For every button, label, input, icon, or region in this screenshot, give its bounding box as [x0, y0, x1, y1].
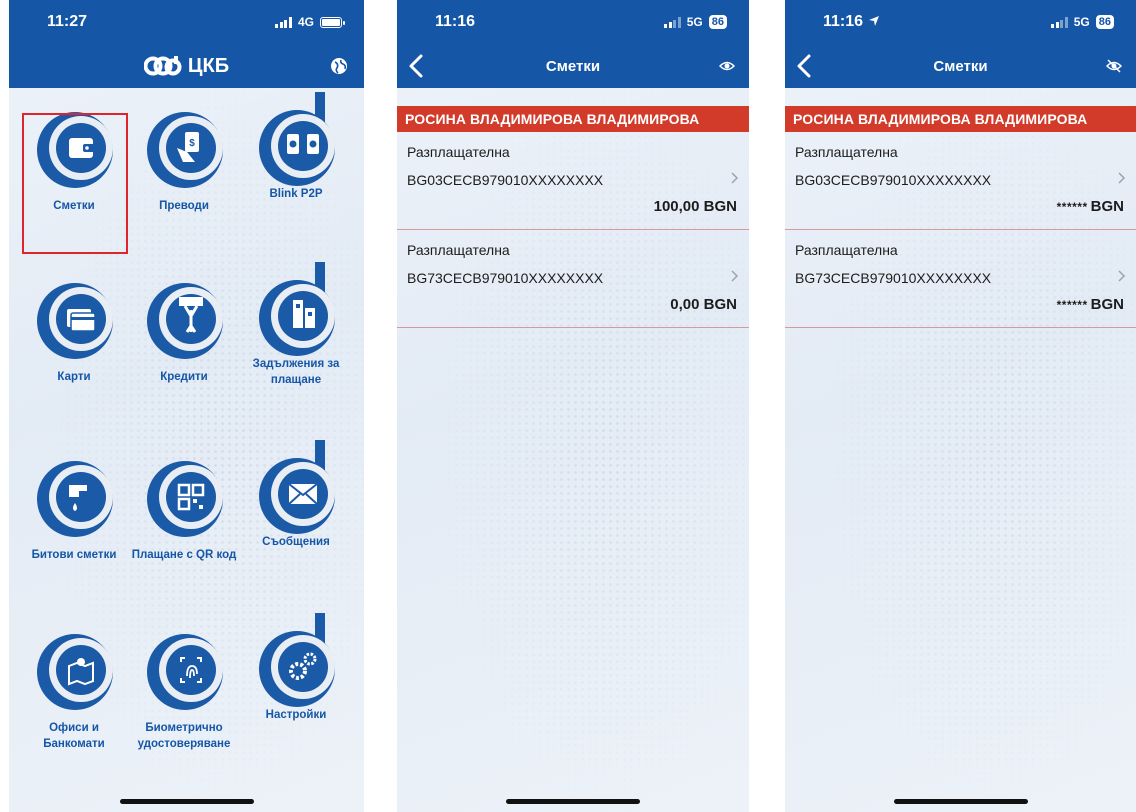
tile-cards[interactable]: Карти [19, 273, 129, 385]
page-title: Сметки [545, 57, 601, 75]
map-pin-icon [37, 634, 113, 710]
fingerprint-icon [147, 634, 223, 710]
status-bar: 11:16 5G 86 [397, 0, 749, 44]
chevron-right-icon [1118, 270, 1126, 282]
tile-biometric[interactable]: Биометрично удостоверяване [129, 624, 239, 752]
masked-amount: ****** [1056, 298, 1088, 312]
tile-utility-bills[interactable]: Битови сметки [19, 451, 129, 563]
tile-label: Преводи [159, 200, 209, 212]
status-time: 11:27 [47, 13, 88, 30]
tile-settings[interactable]: Настройки [241, 611, 351, 723]
signal-icon [275, 16, 292, 28]
account-row[interactable]: Разплащателна BG73CECB979010XXXXXXXX 0,0… [397, 230, 749, 328]
envelope-icon [259, 440, 335, 534]
phone-exchange-icon [259, 92, 335, 186]
nav-bar: Сметки [397, 44, 749, 88]
account-row[interactable]: Разплащателна BG03CECB979010XXXXXXXX 100… [397, 132, 749, 230]
tile-label: Офиси и Банкомати [43, 722, 105, 750]
account-balance: 0,00 BGN [670, 296, 737, 313]
network-label: 5G [686, 15, 703, 29]
tile-credits[interactable]: Кредити [129, 273, 239, 385]
tile-label: Плащане с QR код [131, 549, 237, 561]
masked-amount: ****** [1056, 200, 1088, 214]
signal-icon [1051, 16, 1068, 28]
brand-logo: ЦКБ [143, 54, 230, 78]
status-bar: 11:16 5G 86 [785, 0, 1136, 44]
account-iban: BG03CECB979010XXXXXXXX [795, 172, 992, 188]
home-indicator [893, 799, 1028, 804]
tile-label: Карти [57, 371, 91, 383]
selection-highlight [22, 113, 128, 254]
credit-card-icon [37, 283, 113, 359]
money-transfer-icon: $ [147, 112, 223, 188]
currency: BGN [1090, 296, 1124, 313]
home-indicator [119, 799, 254, 804]
account-type: Разплащателна [795, 144, 898, 160]
tile-qr-payment[interactable]: Плащане с QR код [129, 451, 239, 563]
eye-off-icon[interactable] [1106, 59, 1122, 73]
status-time: 11:16 [823, 13, 880, 31]
battery-icon [320, 16, 345, 28]
back-chevron-icon[interactable] [793, 53, 817, 79]
battery-level: 86 [1095, 15, 1114, 29]
tile-label: Blink P2P [269, 188, 323, 200]
account-balance-hidden: ****** BGN [1057, 296, 1124, 313]
tile-label: Биометрично удостоверяване [137, 722, 231, 750]
tile-transfers[interactable]: $ Преводи [129, 102, 239, 214]
account-iban: BG03CECB979010XXXXXXXX [407, 172, 604, 188]
chevron-right-icon [731, 270, 739, 282]
tile-offices-atms[interactable]: Офиси и Банкомати [19, 624, 129, 752]
home-indicator [506, 799, 640, 804]
account-owner-bar: РОСИНА ВЛАДИМИРОВА ВЛАДИМИРОВА [785, 106, 1136, 132]
battery-level: 86 [708, 15, 727, 29]
tile-messages[interactable]: Съобщения [241, 438, 351, 550]
brand-name: ЦКБ [187, 54, 230, 77]
tile-label: Кредити [160, 371, 208, 383]
svg-text:$: $ [189, 138, 195, 149]
qr-code-icon [147, 461, 223, 537]
credit-person-icon [147, 283, 223, 359]
signal-icon [664, 16, 681, 28]
account-balance: 100,00 BGN [653, 198, 737, 215]
app-header: ЦКБ [9, 44, 364, 88]
account-type: Разплащателна [407, 242, 510, 258]
home-screen: 11:27 4G ЦКБ Сметки $ Преводи Blink P2P … [9, 0, 364, 812]
account-type: Разплащателна [407, 144, 510, 160]
page-title: Сметки [933, 57, 988, 75]
account-owner-bar: РОСИНА ВЛАДИМИРОВА ВЛАДИМИРОВА [397, 106, 749, 132]
account-row[interactable]: Разплащателна BG03CECB979010XXXXXXXX ***… [785, 132, 1136, 230]
tile-label: Битови сметки [31, 549, 117, 561]
account-balance-hidden: ****** BGN [1057, 198, 1124, 215]
account-iban: BG73CECB979010XXXXXXXX [407, 270, 604, 286]
location-arrow-icon [868, 16, 879, 26]
menu-grid: Сметки $ Преводи Blink P2P Карти Кредити… [9, 88, 364, 750]
account-type: Разплащателна [795, 242, 898, 258]
nav-bar: Сметки [785, 44, 1136, 88]
tile-label: Съобщения [262, 536, 330, 548]
account-row[interactable]: Разплащателна BG73CECB979010XXXXXXXX ***… [785, 230, 1136, 328]
tile-blink-p2p[interactable]: Blink P2P [241, 90, 351, 202]
chevron-right-icon [731, 172, 739, 184]
network-label: 5G [1073, 15, 1090, 29]
water-tap-icon [37, 461, 113, 537]
language-globe-icon[interactable] [330, 57, 348, 75]
currency: BGN [1090, 198, 1124, 215]
network-label: 4G [297, 15, 314, 29]
tile-label: Задължения за плащане [252, 358, 340, 386]
accounts-screen-hidden: 11:16 5G 86 Сметки РОСИНА ВЛАДИМИРОВА ВЛ… [785, 0, 1136, 812]
ccb-logo-icon [143, 56, 182, 76]
back-chevron-icon[interactable] [405, 53, 429, 79]
tile-payment-obligations[interactable]: Задължения за плащане [241, 260, 351, 388]
accounts-screen: 11:16 5G 86 Сметки РОСИНА ВЛАДИМИРОВА ВЛ… [397, 0, 749, 812]
account-iban: BG73CECB979010XXXXXXXX [795, 270, 992, 286]
status-bar: 11:27 4G [9, 0, 364, 44]
gears-icon [259, 613, 335, 707]
status-time: 11:16 [435, 13, 476, 30]
tile-label: Настройки [265, 709, 327, 721]
eye-icon[interactable] [719, 59, 735, 73]
chevron-right-icon [1118, 172, 1126, 184]
buildings-icon [259, 262, 335, 356]
